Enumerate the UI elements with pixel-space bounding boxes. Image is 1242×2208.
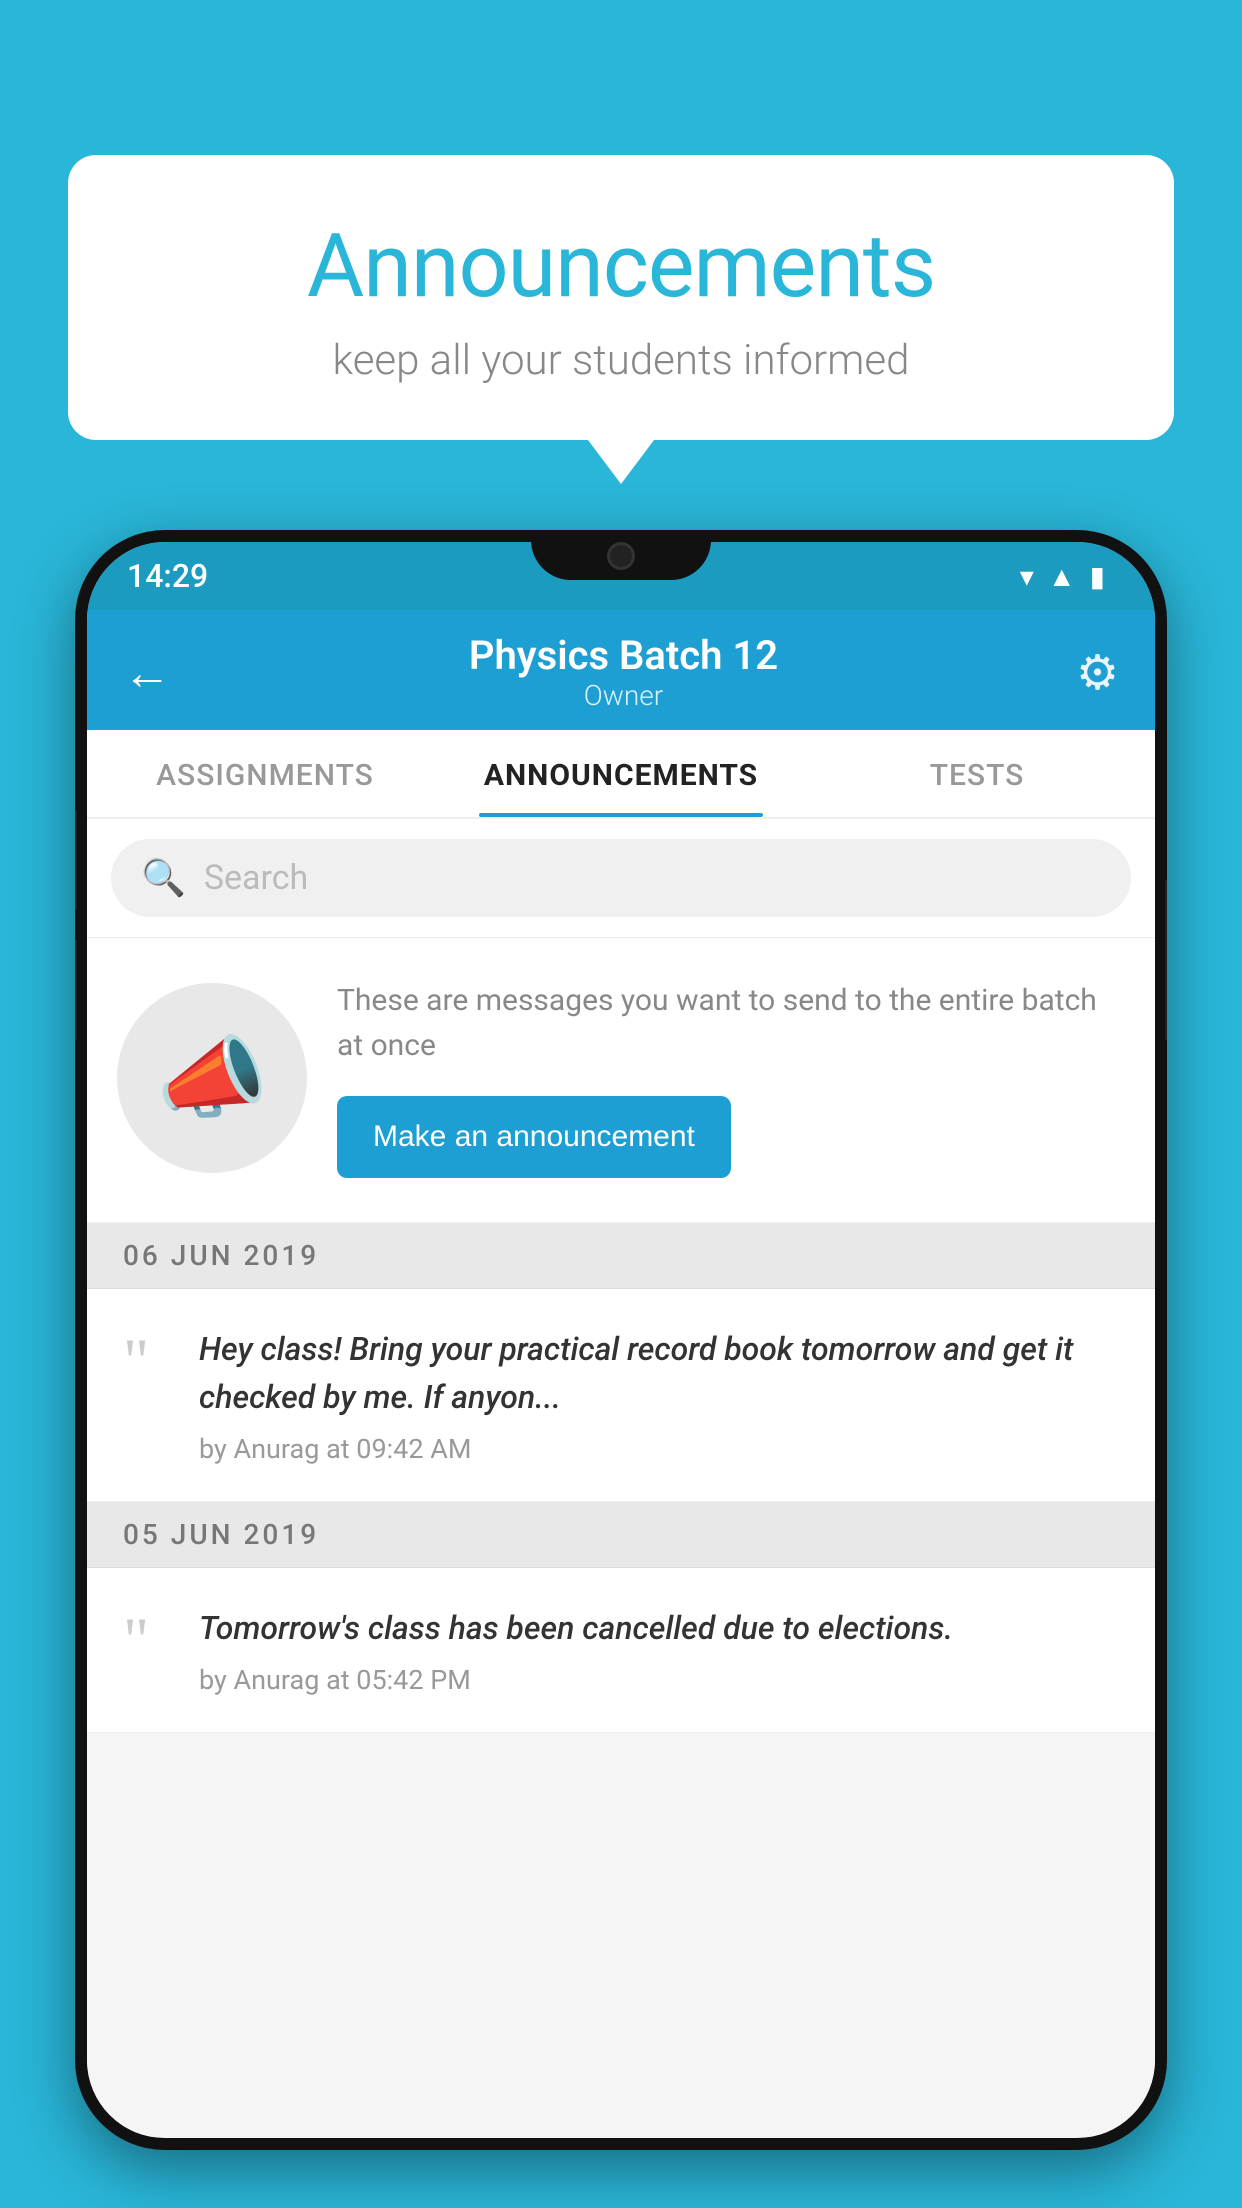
phone-notch <box>531 530 711 580</box>
wifi-icon: ▾ <box>1020 560 1034 593</box>
date-separator-june5: 05 JUN 2019 <box>87 1502 1155 1568</box>
search-container: 🔍 Search <box>87 819 1155 938</box>
search-icon: 🔍 <box>141 857 186 899</box>
speech-bubble-container: Announcements keep all your students inf… <box>68 155 1174 440</box>
quote-icon-2: " <box>123 1608 171 1672</box>
megaphone-icon: 📣 <box>156 1026 268 1131</box>
announcement-item-1[interactable]: " Hey class! Bring your practical record… <box>87 1289 1155 1502</box>
announcement-text-1: Hey class! Bring your practical record b… <box>199 1325 1119 1421</box>
announcement-content-1: Hey class! Bring your practical record b… <box>199 1325 1119 1465</box>
search-placeholder: Search <box>204 858 308 898</box>
side-button-volume-up <box>75 810 77 910</box>
tab-assignments[interactable]: ASSIGNMENTS <box>87 730 443 817</box>
back-button[interactable]: ← <box>123 644 171 701</box>
header-center: Physics Batch 12 Owner <box>469 632 778 712</box>
side-button-volume-down <box>75 940 77 1040</box>
announcement-item-2[interactable]: " Tomorrow's class has been cancelled du… <box>87 1568 1155 1733</box>
status-time: 14:29 <box>127 557 208 595</box>
announcement-content-2: Tomorrow's class has been cancelled due … <box>199 1604 1119 1696</box>
tab-announcements[interactable]: ANNOUNCEMENTS <box>443 730 799 817</box>
search-bar[interactable]: 🔍 Search <box>111 839 1131 917</box>
promo-description: These are messages you want to send to t… <box>337 978 1125 1068</box>
announcement-meta-2: by Anurag at 05:42 PM <box>199 1664 1119 1696</box>
speech-bubble-title: Announcements <box>138 215 1104 318</box>
phone-wrapper: 14:29 ▾ ▲ ▮ ← Physics Batch 12 Owner ⚙ <box>75 530 1167 2208</box>
announcement-meta-1: by Anurag at 09:42 AM <box>199 1433 1119 1465</box>
phone-screen: 14:29 ▾ ▲ ▮ ← Physics Batch 12 Owner ⚙ <box>87 542 1155 2138</box>
speech-bubble-subtitle: keep all your students informed <box>138 336 1104 385</box>
tabs-bar: ASSIGNMENTS ANNOUNCEMENTS TESTS <box>87 730 1155 819</box>
promo-right: These are messages you want to send to t… <box>337 978 1125 1178</box>
megaphone-icon-circle: 📣 <box>117 983 307 1173</box>
make-announcement-button[interactable]: Make an announcement <box>337 1096 731 1178</box>
status-icons: ▾ ▲ ▮ <box>1020 560 1105 593</box>
signal-icon: ▲ <box>1048 560 1076 593</box>
battery-icon: ▮ <box>1090 560 1105 593</box>
phone-frame: 14:29 ▾ ▲ ▮ ← Physics Batch 12 Owner ⚙ <box>75 530 1167 2150</box>
header-subtitle: Owner <box>469 679 778 712</box>
announcement-text-2: Tomorrow's class has been cancelled due … <box>199 1604 1119 1652</box>
content-area: 🔍 Search 📣 These are messages you want t… <box>87 819 1155 2137</box>
side-button-power <box>1165 880 1167 1040</box>
tab-tests[interactable]: TESTS <box>799 730 1155 817</box>
front-camera <box>607 542 635 570</box>
date-separator-june6: 06 JUN 2019 <box>87 1223 1155 1289</box>
promo-block: 📣 These are messages you want to send to… <box>87 938 1155 1223</box>
header-title: Physics Batch 12 <box>469 632 778 679</box>
quote-icon: " <box>123 1329 171 1393</box>
app-header: ← Physics Batch 12 Owner ⚙ <box>87 610 1155 730</box>
settings-icon[interactable]: ⚙ <box>1076 644 1119 701</box>
speech-bubble: Announcements keep all your students inf… <box>68 155 1174 440</box>
